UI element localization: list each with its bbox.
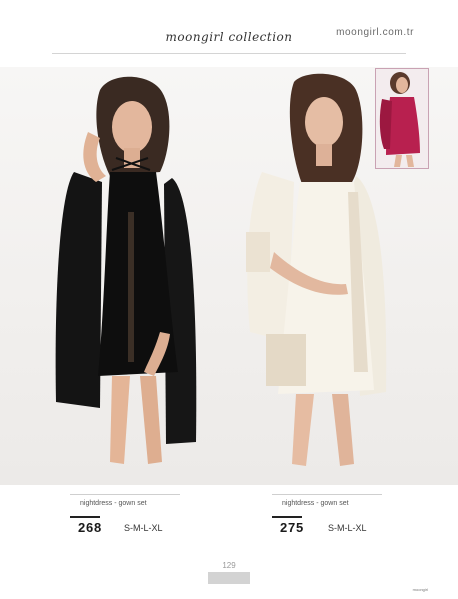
product-code: 268 bbox=[78, 520, 103, 535]
page-number: 129 bbox=[222, 561, 236, 570]
code-underline bbox=[70, 516, 100, 518]
product-caption-275: nightdress - gown set 275 S-M-L-XL bbox=[272, 494, 382, 544]
footer-logo-mark: moongirl bbox=[412, 587, 428, 592]
page-tab bbox=[208, 572, 250, 584]
product-sizes: S-M-L-XL bbox=[328, 523, 367, 533]
caption-divider bbox=[70, 494, 180, 495]
product-sizes: S-M-L-XL bbox=[124, 523, 163, 533]
header-divider bbox=[52, 53, 406, 54]
variant-photo bbox=[379, 72, 420, 167]
collection-title: moongirl collection bbox=[165, 30, 293, 44]
product-code: 275 bbox=[280, 520, 305, 535]
product-photo-268 bbox=[55, 76, 197, 464]
product-subtitle: nightdress - gown set bbox=[80, 500, 147, 507]
code-underline bbox=[272, 516, 302, 518]
product-caption-268: nightdress - gown set 268 S-M-L-XL bbox=[70, 494, 180, 544]
caption-divider bbox=[272, 494, 382, 495]
product-subtitle: nightdress - gown set bbox=[282, 500, 349, 507]
color-variant-thumbnail[interactable] bbox=[375, 68, 429, 169]
